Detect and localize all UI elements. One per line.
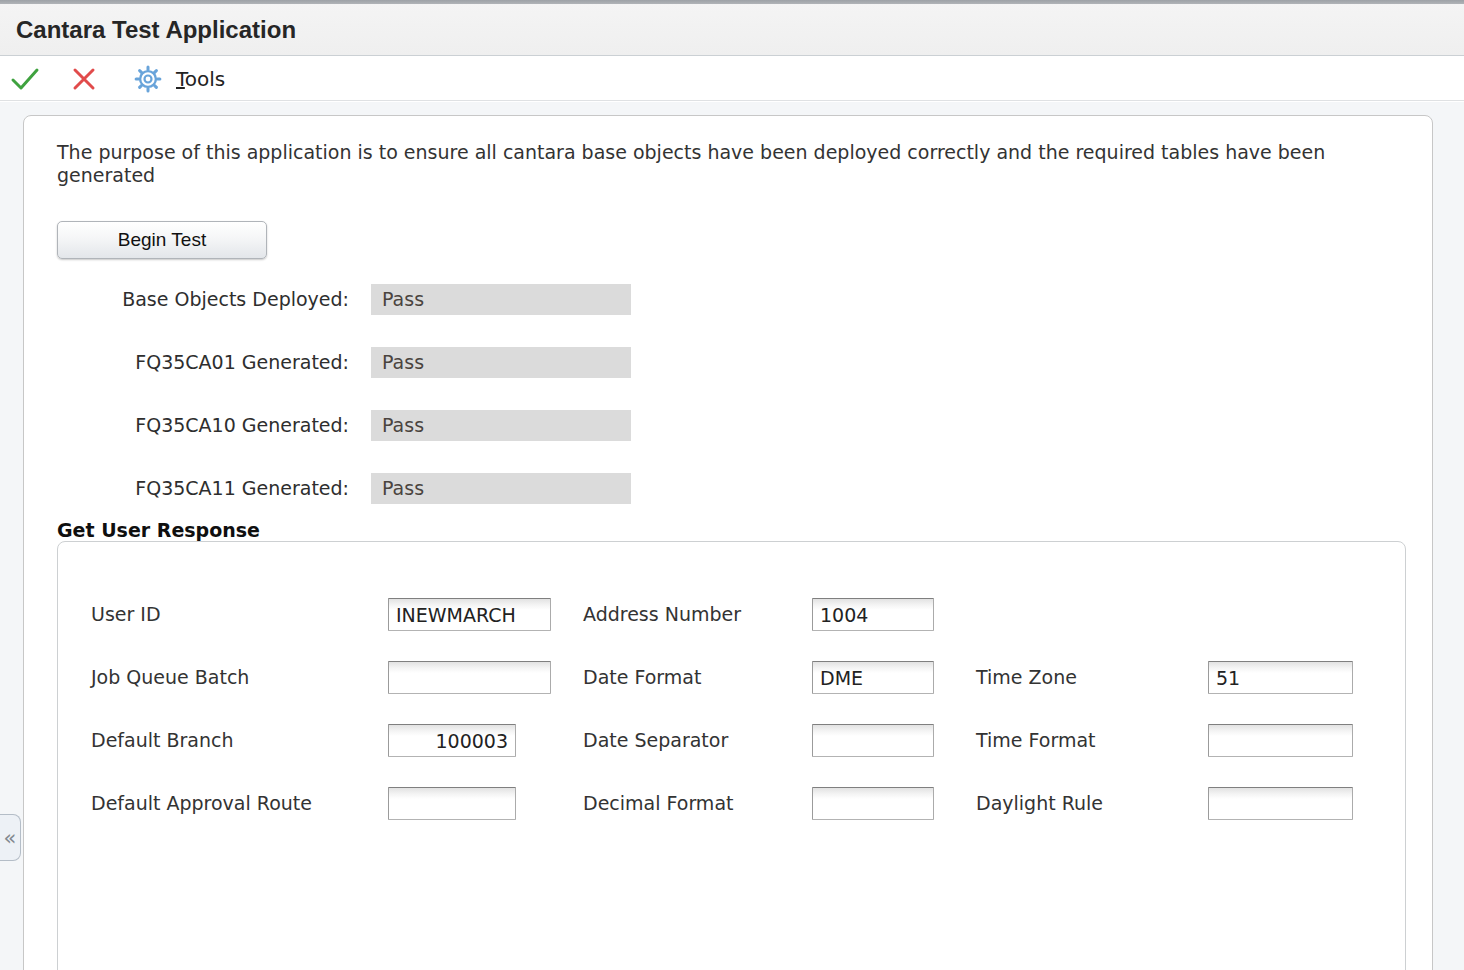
content-background: The purpose of this application is to en… — [0, 102, 1464, 970]
label-job-queue-batch: Job Queue Batch — [91, 661, 249, 694]
status-value-fq35ca01: Pass — [371, 347, 631, 378]
gear-icon[interactable] — [133, 64, 163, 94]
label-daylight-rule: Daylight Rule — [976, 787, 1103, 820]
section-title-get-user-response: Get User Response — [57, 519, 260, 541]
daylight-rule-field[interactable] — [1208, 787, 1353, 820]
default-approval-route-field[interactable] — [388, 787, 516, 820]
status-value-base-objects: Pass — [371, 284, 631, 315]
sidebar-collapse-handle[interactable]: « — [0, 814, 21, 861]
chevron-left-double-icon: « — [4, 826, 17, 850]
label-default-approval-route: Default Approval Route — [91, 787, 312, 820]
status-label-base-objects: Base Objects Deployed: — [57, 284, 349, 315]
user-id-field[interactable] — [388, 598, 551, 631]
status-label-fq35ca11: FQ35CA11 Generated: — [57, 473, 349, 504]
label-time-format: Time Format — [976, 724, 1096, 757]
cancel-x-icon[interactable] — [68, 63, 100, 95]
user-response-groupbox: User ID Address Number Job Queue Batch D… — [57, 541, 1406, 970]
tools-menu[interactable]: Tools — [176, 67, 225, 91]
date-format-field[interactable] — [812, 661, 934, 694]
time-zone-field[interactable] — [1208, 661, 1353, 694]
label-address-number: Address Number — [583, 598, 741, 631]
status-value-fq35ca11: Pass — [371, 473, 631, 504]
main-panel: The purpose of this application is to en… — [23, 115, 1433, 970]
purpose-text: The purpose of this application is to en… — [57, 141, 1357, 187]
decimal-format-field[interactable] — [812, 787, 934, 820]
status-label-fq35ca10: FQ35CA10 Generated: — [57, 410, 349, 441]
label-date-format: Date Format — [583, 661, 701, 694]
default-branch-field[interactable] — [388, 724, 516, 757]
ok-check-icon[interactable] — [9, 63, 41, 95]
status-value-fq35ca10: Pass — [371, 410, 631, 441]
title-bar: Cantara Test Application — [0, 4, 1464, 56]
toolbar: Tools — [0, 57, 1464, 101]
job-queue-batch-field[interactable] — [388, 661, 551, 694]
page-title: Cantara Test Application — [16, 16, 296, 44]
status-label-fq35ca01: FQ35CA01 Generated: — [57, 347, 349, 378]
time-format-field[interactable] — [1208, 724, 1353, 757]
label-user-id: User ID — [91, 598, 161, 631]
date-separator-field[interactable] — [812, 724, 934, 757]
label-date-separator: Date Separator — [583, 724, 728, 757]
begin-test-button[interactable]: Begin Test — [57, 221, 267, 259]
label-decimal-format: Decimal Format — [583, 787, 733, 820]
label-time-zone: Time Zone — [976, 661, 1077, 694]
label-default-branch: Default Branch — [91, 724, 233, 757]
address-number-field[interactable] — [812, 598, 934, 631]
